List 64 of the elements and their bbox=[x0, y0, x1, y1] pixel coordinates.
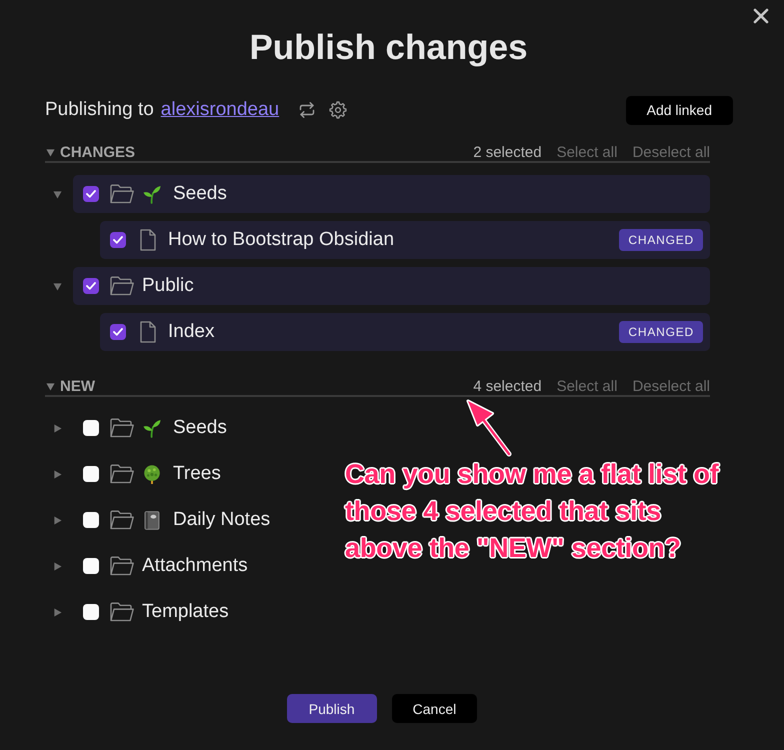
publishing-label: Publishing to bbox=[45, 99, 154, 121]
checkbox[interactable] bbox=[83, 420, 99, 436]
annotation-text: Can you show me a flat list of those 4 selected that sits above the "NEW" section? bbox=[345, 458, 720, 565]
close-icon[interactable] bbox=[753, 8, 769, 24]
section-title: NEW bbox=[60, 378, 95, 394]
sprout-icon bbox=[143, 184, 161, 204]
item-name: Seeds bbox=[173, 417, 227, 439]
caret-icon[interactable] bbox=[53, 282, 62, 290]
selected-count: 2 selected bbox=[473, 144, 542, 160]
caret-icon[interactable] bbox=[46, 382, 55, 390]
selected-count: 4 selected bbox=[473, 378, 542, 394]
item-name: How to Bootstrap Obsidian bbox=[168, 229, 394, 251]
caret-icon[interactable] bbox=[53, 562, 62, 570]
dialog-title: Publish changes bbox=[248, 28, 529, 68]
status-badge: CHANGED bbox=[619, 229, 703, 251]
checkbox[interactable] bbox=[83, 278, 99, 294]
checkbox[interactable] bbox=[110, 324, 126, 340]
sync-icon[interactable] bbox=[299, 102, 316, 118]
item-name: Daily Notes bbox=[173, 509, 270, 531]
item-name: Seeds bbox=[173, 183, 227, 205]
settings-icon[interactable] bbox=[329, 101, 348, 119]
checkbox[interactable] bbox=[83, 558, 99, 574]
caret-icon[interactable] bbox=[53, 470, 62, 478]
folder-row[interactable]: Seeds bbox=[73, 175, 710, 213]
folder-row[interactable]: Public bbox=[73, 267, 710, 305]
file-icon bbox=[140, 229, 156, 251]
folder-icon bbox=[110, 464, 134, 484]
item-name: Public bbox=[142, 275, 194, 297]
checkbox[interactable] bbox=[83, 512, 99, 528]
file-icon bbox=[140, 321, 156, 343]
caret-icon[interactable] bbox=[53, 608, 62, 616]
section-title: CHANGES bbox=[60, 144, 136, 160]
checkmark-icon bbox=[86, 282, 96, 290]
sprout-icon bbox=[143, 418, 161, 438]
account-link[interactable]: alexisrondeau bbox=[160, 99, 280, 121]
caret-icon[interactable] bbox=[53, 516, 62, 524]
caret-icon[interactable] bbox=[53, 190, 62, 198]
notebook-icon bbox=[143, 510, 161, 530]
checkbox[interactable] bbox=[83, 466, 99, 482]
folder-icon bbox=[110, 556, 134, 576]
add-linked-button[interactable]: Add linked bbox=[626, 96, 733, 124]
checkbox[interactable] bbox=[83, 604, 99, 620]
checkmark-icon bbox=[113, 236, 123, 244]
caret-icon[interactable] bbox=[53, 424, 62, 432]
caret-icon[interactable] bbox=[46, 148, 55, 156]
tree-icon bbox=[143, 464, 161, 484]
publish-button[interactable]: Publish bbox=[286, 694, 377, 723]
checkbox[interactable] bbox=[83, 186, 99, 202]
folder-icon bbox=[110, 276, 134, 296]
item-name: Index bbox=[168, 321, 214, 343]
item-name: Attachments bbox=[142, 555, 248, 577]
checkmark-icon bbox=[113, 328, 123, 336]
folder-icon bbox=[110, 602, 134, 622]
status-badge: CHANGED bbox=[619, 321, 703, 343]
checkbox[interactable] bbox=[110, 232, 126, 248]
file-row[interactable]: How to Bootstrap Obsidian CHANGED bbox=[100, 221, 710, 259]
item-name: Templates bbox=[142, 601, 229, 623]
folder-icon bbox=[110, 510, 134, 530]
checkmark-icon bbox=[86, 190, 96, 198]
item-name: Trees bbox=[173, 463, 221, 485]
cancel-button[interactable]: Cancel bbox=[392, 694, 478, 723]
folder-icon bbox=[110, 418, 134, 438]
file-row[interactable]: Index CHANGED bbox=[100, 313, 710, 351]
folder-icon bbox=[110, 184, 134, 204]
